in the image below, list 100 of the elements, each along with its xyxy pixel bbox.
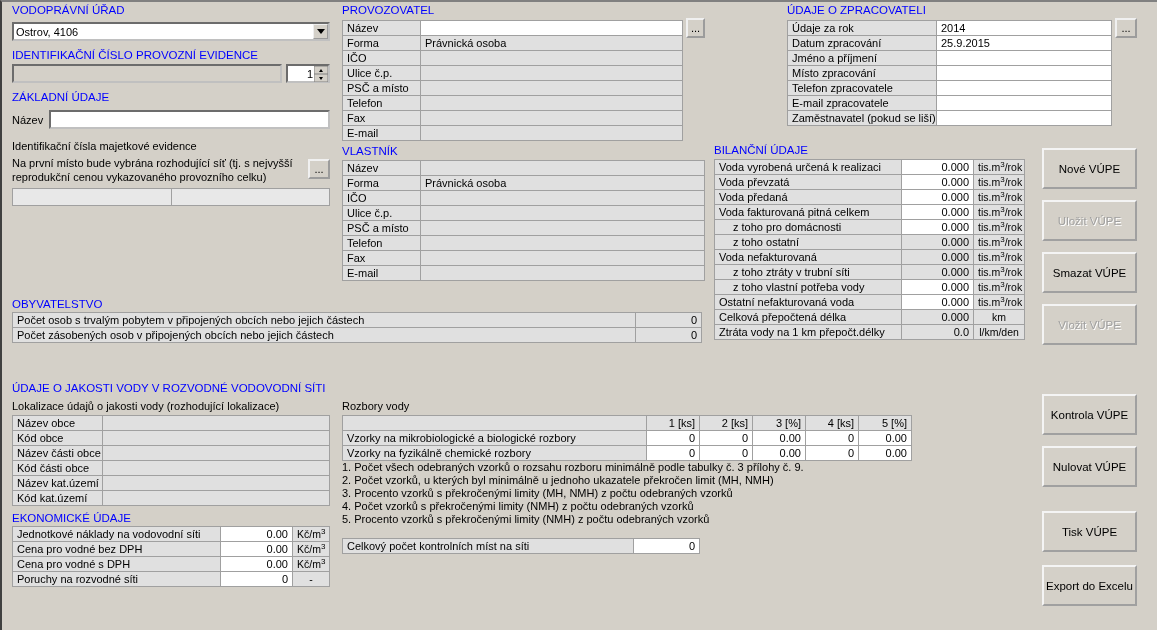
unit-label: l/km/den	[973, 324, 1025, 340]
row-label: Telefon zpracovatele	[787, 80, 937, 96]
unit-label: tis.m$^{3}$/rok	[973, 204, 1025, 220]
unit-label: Kč/m$^{3}$	[292, 526, 330, 542]
subsection-title: Lokalizace údajů o jakosti vody (rozhodující lokalizace)	[12, 399, 281, 413]
unit-label: tis.m$^{3}$/rok	[973, 219, 1025, 235]
row-label: PSČ a místo	[342, 80, 421, 96]
table-cell[interactable]: 0.000	[901, 159, 974, 175]
field-label: Název	[12, 112, 44, 127]
row-label: Údaje za rok	[787, 20, 937, 36]
note-text: 1. Počet všech odebraných vzorků o rozsahu rozboru minimálně podle tabulky č. 3 přílohy č. 9.	[342, 461, 805, 474]
note-text: 5. Procento vzorků s překročenými limity (NMH) z počtu odebraných vzorků	[342, 513, 711, 526]
row-label: Kód obce	[12, 430, 103, 446]
note-text: 4. Počet vzorků s překročenými limity (NMH) z počtu odebraných vzorků	[342, 500, 695, 513]
row-label: Jednotkové náklady na vodovodní síti	[12, 526, 221, 542]
section-heading: OBYVATELSTVO	[12, 297, 104, 312]
unit-label: tis.m$^{3}$/rok	[973, 174, 1025, 190]
row-label: Poruchy na rozvodné síti	[12, 571, 221, 587]
row-label: Cena pro vodné s DPH	[12, 556, 221, 572]
action-button[interactable]: Smazat VÚPE	[1042, 252, 1137, 293]
row-label: Vzorky na mikrobiologické a biologické rozbory	[342, 430, 647, 446]
row-label: Voda fakturovaná pitná celkem	[714, 204, 902, 220]
dropdown-arrow-icon	[316, 29, 325, 34]
note-text: Na první místo bude vybrána rozhodující síť (tj. s nejvyšší reprodukční cenou vykazovaného provozního celku)	[12, 156, 294, 184]
unit-label: tis.m$^{3}$/rok	[973, 249, 1025, 265]
row-label: IČO	[342, 50, 421, 66]
name-field[interactable]	[49, 110, 330, 129]
spin-down-icon[interactable]	[314, 73, 328, 82]
unit-label: Kč/m$^{3}$	[292, 541, 330, 557]
unit-label: km	[973, 309, 1025, 325]
row-label: Vzorky na fyzikálně chemické rozbory	[342, 445, 647, 461]
unit-label: tis.m$^{3}$/rok	[973, 279, 1025, 295]
section-heading: EKONOMICKÉ ÚDAJE	[12, 511, 132, 526]
row-label: Jméno a příjmení	[787, 50, 937, 66]
row-label: Ostatní nefakturovaná voda	[714, 294, 902, 310]
row-label: Kód části obce	[12, 460, 103, 476]
section-heading: ÚDAJE O JAKOSTI VODY V ROZVODNÉ VODOVODNÍ SÍTI	[12, 381, 327, 396]
action-button[interactable]: Export do Excelu	[1042, 565, 1137, 606]
browse-button[interactable]: ...	[308, 159, 330, 179]
office-dropdown[interactable]: Ostrov, 4106	[12, 22, 330, 41]
row-label: z toho ztráty v trubní síti	[714, 264, 902, 280]
section-heading: VLASTNÍK	[342, 144, 399, 159]
row-label: z toho pro domácnosti	[714, 219, 902, 235]
spin-up-icon[interactable]	[314, 65, 328, 74]
row-label: Ztráta vody na 1 km přepočt.délky	[714, 324, 902, 340]
row-label: Počet osob s trvalým pobytem v připojených obcích nebo jejich částech	[12, 312, 636, 328]
note-text: 3. Procento vzorků s překročenými limity (MH, NMH) z počtu odebraných vzorků	[342, 487, 734, 500]
action-button[interactable]: Tisk VÚPE	[1042, 511, 1137, 552]
row-label: Forma	[342, 35, 421, 51]
action-button[interactable]: Nulovat VÚPE	[1042, 446, 1137, 487]
row-label: Cena pro vodné bez DPH	[12, 541, 221, 557]
row-label: E-mail	[342, 265, 421, 281]
section-heading: IDENTIFIKAČNÍ ČÍSLO PROVOZNÍ EVIDENCE	[12, 48, 259, 63]
table-cell[interactable]: 0	[635, 312, 702, 328]
row-label: Název části obce	[12, 445, 103, 461]
table-cell[interactable]: 0.00	[220, 526, 293, 542]
row-label: E-mail	[342, 125, 421, 141]
table-cell[interactable]	[420, 20, 683, 36]
row-label: Název	[342, 20, 421, 36]
unit-label: tis.m$^{3}$/rok	[973, 294, 1025, 310]
column-header: 3 [%]	[752, 415, 806, 431]
column-header: 1 [ks]	[646, 415, 700, 431]
row-label: Voda vyrobená určená k realizaci	[714, 159, 902, 175]
unit-label: Kč/m$^{3}$	[292, 556, 330, 572]
row-label: IČO	[342, 190, 421, 206]
column-header: 5 [%]	[858, 415, 912, 431]
row-label: Fax	[342, 110, 421, 126]
row-label: Telefon	[342, 235, 421, 251]
row-label: Kód kat.území	[12, 490, 103, 506]
row-label: PSČ a místo	[342, 220, 421, 236]
row-label: z toho vlastní potřeba vody	[714, 279, 902, 295]
row-label: Telefon	[342, 95, 421, 111]
unit-label: tis.m$^{3}$/rok	[973, 189, 1025, 205]
row-label: Celkový počet kontrolních míst na síti	[342, 538, 634, 554]
action-button[interactable]: Nové VÚPE	[1042, 148, 1137, 189]
column-header: 2 [ks]	[699, 415, 753, 431]
row-label: Voda předaná	[714, 189, 902, 205]
browse-button[interactable]: ...	[1115, 18, 1137, 38]
row-label: Forma	[342, 175, 421, 191]
browse-button[interactable]: ...	[686, 18, 705, 38]
note-text: 2. Počet vzorků, u kterých byl minimálně u jednoho ukazatele překročen limit (MH, NMH)	[342, 474, 775, 487]
row-label: Počet zásobených osob v připojených obcích nebo jejich částech	[12, 327, 636, 343]
section-heading: BILANČNÍ ÚDAJE	[714, 143, 809, 158]
row-label: Fax	[342, 250, 421, 266]
row-label: z toho ostatní	[714, 234, 902, 250]
action-button[interactable]: Kontrola VÚPE	[1042, 394, 1137, 435]
row-label: Název	[342, 160, 421, 176]
spin-field[interactable]: 1	[286, 64, 330, 83]
row-label: Datum zpracování	[787, 35, 937, 51]
section-heading: ÚDAJE O ZPRACOVATELI	[787, 3, 927, 18]
row-label: Zaměstnavatel (pokud se liší)	[787, 110, 937, 126]
row-label: Název kat.území	[12, 475, 103, 491]
field-label: Identifikační čísla majetkové evidence	[12, 139, 198, 153]
evidence-field[interactable]	[12, 64, 282, 83]
row-label: Voda převzatá	[714, 174, 902, 190]
table-cell[interactable]: 2014	[936, 20, 1112, 36]
section-heading: PROVOZOVATEL	[342, 3, 436, 18]
row-label: Voda nefakturovaná	[714, 249, 902, 265]
table-cell[interactable]: 0	[633, 538, 700, 554]
table-cell[interactable]	[420, 160, 705, 176]
